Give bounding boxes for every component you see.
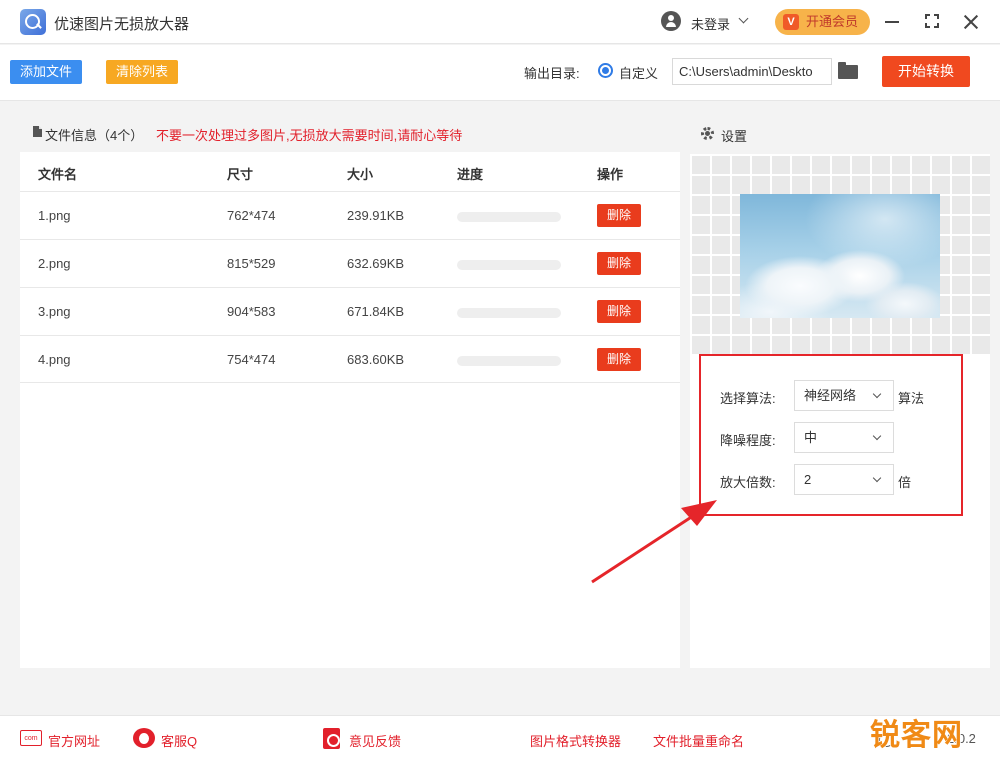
column-header-progress: 进度	[457, 167, 484, 182]
gear-icon	[701, 127, 714, 140]
file-warning-text: 不要一次处理过多图片,无损放大需要时间,请耐心等待	[156, 128, 463, 143]
title-bar: 优速图片无损放大器 未登录 V 开通会员	[0, 0, 1000, 44]
feedback-link[interactable]: 意见反馈	[349, 731, 401, 750]
file-dimensions: 904*583	[227, 304, 276, 319]
output-dir-label: 输出目录:	[524, 66, 580, 81]
file-info-title: 文件信息（4个）	[45, 128, 144, 143]
batch-rename-link[interactable]: 文件批量重命名	[653, 731, 744, 750]
watermark-logo: 锐客网	[869, 717, 963, 754]
open-vip-button[interactable]: V 开通会员	[775, 9, 870, 35]
start-convert-button[interactable]: 开始转换	[882, 56, 970, 87]
delete-button[interactable]: 删除	[597, 252, 641, 275]
delete-button[interactable]: 删除	[597, 300, 641, 323]
document-icon	[33, 126, 42, 137]
progress-bar	[457, 308, 561, 318]
redaction-block	[197, 731, 292, 747]
minimize-icon[interactable]	[885, 21, 899, 23]
folder-icon[interactable]	[838, 62, 858, 79]
support-link[interactable]: 客服Q	[161, 731, 197, 750]
column-header-name: 文件名	[38, 167, 78, 182]
file-dimensions: 762*474	[227, 208, 276, 223]
output-path-input[interactable]	[672, 58, 832, 85]
close-icon[interactable]	[962, 13, 980, 31]
column-header-size: 大小	[347, 167, 374, 182]
file-name: 2.png	[38, 256, 71, 271]
maximize-icon[interactable]	[923, 12, 941, 30]
user-icon[interactable]	[661, 11, 681, 31]
delete-button[interactable]: 删除	[597, 204, 641, 227]
clear-list-button[interactable]: 清除列表	[106, 60, 178, 84]
table-divider	[20, 382, 680, 383]
settings-header: 设置	[690, 112, 990, 154]
file-name: 3.png	[38, 304, 71, 319]
annotation-arrow	[591, 500, 717, 584]
arrow-head	[681, 500, 717, 526]
feedback-icon[interactable]	[323, 728, 340, 749]
user-login-label[interactable]: 未登录	[691, 14, 730, 33]
app-logo-icon	[20, 9, 46, 35]
file-name: 4.png	[38, 352, 71, 367]
add-file-button[interactable]: 添加文件	[10, 60, 82, 84]
support-icon[interactable]	[133, 728, 155, 748]
custom-dir-radio[interactable]	[598, 63, 613, 78]
delete-button[interactable]: 删除	[597, 348, 641, 371]
table-row: 4.png 754*474 683.60KB 删除	[20, 335, 680, 383]
file-info-header: 文件信息（4个） 不要一次处理过多图片,无损放大需要时间,请耐心等待	[20, 112, 680, 152]
arrow-shaft	[591, 512, 697, 584]
progress-bar	[457, 260, 561, 270]
file-dimensions: 754*474	[227, 352, 276, 367]
settings-title: 设置	[721, 129, 748, 144]
file-name: 1.png	[38, 208, 71, 223]
progress-bar	[457, 356, 561, 366]
chevron-down-icon[interactable]	[738, 13, 749, 24]
vip-icon: V	[783, 14, 799, 30]
website-link[interactable]: 官方网址	[48, 731, 100, 750]
table-row: 2.png 815*529 632.69KB 删除	[20, 239, 680, 287]
format-converter-link[interactable]: 图片格式转换器	[530, 731, 621, 750]
file-size: 632.69KB	[347, 256, 405, 271]
vip-label: 开通会员	[806, 14, 859, 29]
app-title: 优速图片无损放大器	[54, 16, 190, 33]
table-row: 1.png 762*474 239.91KB 删除	[20, 191, 680, 239]
column-header-dimensions: 尺寸	[227, 167, 254, 182]
footer: com 官方网址 客服Q 意见反馈 图片格式转换器 文件批量重命名 2.0.2	[0, 715, 1000, 760]
column-header-actions: 操作	[597, 167, 624, 182]
preview-image	[740, 194, 940, 318]
file-dimensions: 815*529	[227, 256, 276, 271]
toolbar: 添加文件 清除列表 输出目录: 自定义 开始转换	[0, 45, 1000, 101]
file-size: 239.91KB	[347, 208, 405, 223]
custom-dir-radio-label[interactable]: 自定义	[619, 63, 658, 82]
website-icon[interactable]: com	[20, 730, 42, 746]
progress-bar	[457, 212, 561, 222]
table-row: 3.png 904*583 671.84KB 删除	[20, 287, 680, 335]
file-size: 671.84KB	[347, 304, 405, 319]
file-size: 683.60KB	[347, 352, 405, 367]
